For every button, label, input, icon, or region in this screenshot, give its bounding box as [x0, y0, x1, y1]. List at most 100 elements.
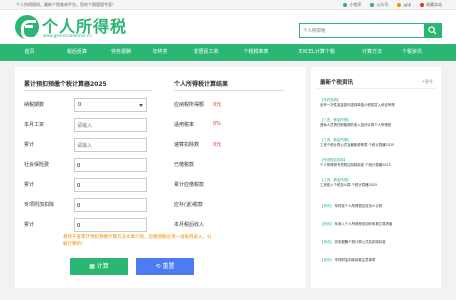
top-bar: 个人所得税网，最新个税查询平台，您的个税管理专家！ 小程序 公众号 APP 收藏…	[0, 0, 456, 10]
nav-item-method[interactable]: 计算方法	[353, 44, 391, 61]
search-box	[299, 23, 442, 38]
sidebar-title: 最新个税资讯	[320, 80, 354, 86]
result-row: 速算扣除数 0元	[174, 138, 284, 152]
top-link-app[interactable]: APP	[397, 2, 411, 8]
top-links: 小程序 公众号 APP 收藏本站	[343, 2, 442, 8]
result-row: 已缴税款	[174, 158, 284, 172]
result-label: 应补(退)税款	[174, 202, 203, 208]
form-row-salary-cumulative: 累计	[24, 138, 154, 152]
salary-cumulative-field	[74, 138, 147, 152]
form-row-deduction-cumulative: 累计	[24, 218, 154, 232]
results-title-divider	[174, 90, 284, 91]
logo-url: www.gerensuodeshui.cn	[43, 33, 92, 38]
news-item[interactable]: 【专项附加扣除】 个人所得税专项附加扣除标准 个税计算器2025	[320, 158, 435, 168]
deduction-input[interactable]	[77, 201, 145, 210]
news-tag: 【资讯】	[320, 258, 334, 262]
result-label: 已缴税款	[174, 162, 195, 168]
field-label: 累计	[24, 182, 35, 188]
form-row-deduction: 专项附加扣除	[24, 198, 154, 212]
nav-item-news[interactable]: 个税资讯	[393, 44, 431, 61]
news-item[interactable]: 【资讯】 年终奖个人所得税应该怎么计算	[320, 204, 435, 209]
result-label: 累计应缴税款	[174, 182, 205, 188]
salary-field	[74, 118, 147, 132]
result-row: 本月税后收入	[174, 218, 284, 232]
sidebar-more-link[interactable]: +更多	[422, 79, 433, 85]
nav-item-bonus[interactable]: 年终奖	[144, 44, 176, 61]
news-item[interactable]: 【资讯】 年收入个人所得税该如何申报汇算清缴	[320, 222, 435, 227]
result-value: 0元	[213, 102, 222, 108]
result-row: 累计应缴税款	[174, 178, 284, 192]
top-link-mini-program[interactable]: 小程序	[343, 2, 361, 8]
nav-item-home[interactable]: 首页	[15, 44, 44, 61]
form-row-periods: 纳税期数 0	[24, 98, 154, 112]
top-link-wechat[interactable]: 公众号	[370, 2, 388, 8]
calculate-icon: ▦	[89, 263, 97, 270]
logo-mark-icon	[15, 15, 39, 40]
news-item[interactable]: 【资讯】 劳务报酬个税计算公式及扣除标准	[320, 240, 435, 245]
calculator-panel: 累计预扣预缴个税计算器2025 纳税期数 0 本月工资 累计 社会保险费 累计 …	[15, 67, 306, 288]
result-value: 0元	[213, 142, 222, 148]
news-item[interactable]: 【工资、薪金所得】 退休人员再任职取得的收入如何计算个人所得税	[320, 118, 435, 128]
news-tag: 【资讯】	[320, 240, 334, 244]
insurance-input[interactable]	[77, 161, 145, 170]
news-item[interactable]: 【资讯】 专项附加扣除填报注意事项	[320, 258, 435, 263]
nav-item-tax-rate[interactable]: 个税税率表	[233, 44, 279, 61]
chevron-down-icon	[139, 104, 143, 107]
news-tag: 【资讯】	[320, 204, 334, 208]
top-link-label: 小程序	[349, 2, 362, 7]
insurance-cumulative-input[interactable]	[77, 181, 145, 190]
wechat-icon	[370, 3, 375, 7]
search-icon	[428, 26, 437, 35]
periods-select-value: 0	[78, 102, 82, 108]
field-label: 专项附加扣除	[24, 202, 55, 208]
field-label: 本月工资	[24, 122, 45, 128]
periods-select[interactable]: 0	[74, 98, 147, 112]
search-button[interactable]	[424, 24, 441, 37]
deduction-cumulative-input[interactable]	[77, 221, 145, 230]
result-label: 适用税率	[174, 122, 195, 128]
phone-icon	[397, 3, 402, 7]
news-text: 年收入个人所得税该如何申报汇算清缴	[334, 222, 393, 226]
news-text: 退休人员再任职取得的收入如何计算个人所得税	[320, 123, 392, 127]
salary-input[interactable]	[77, 121, 145, 130]
reset-button[interactable]: ⟲ 重置	[136, 258, 194, 275]
deduction-cumulative-field	[74, 218, 147, 232]
nav-item-nonresident[interactable]: 非居民工资	[183, 44, 229, 61]
calculator-title: 累计预扣预缴个税计算器2025	[24, 81, 107, 88]
result-row: 应补(退)税款	[174, 198, 284, 212]
sidebar-divider	[317, 88, 435, 89]
news-text: 工资个税计算公式及最新税率表 个税计算器2025	[320, 143, 395, 147]
top-link-label: 收藏本站	[426, 2, 442, 7]
result-label: 本月税后收入	[174, 222, 205, 228]
result-row: 适用税率 0%	[174, 118, 284, 132]
top-link-bookmark[interactable]: 收藏本站	[420, 2, 442, 8]
insurance-field	[74, 158, 147, 172]
news-sidebar: 最新个税资讯 +更多 【年终奖税】 全年一次性奖金如何选择单独计税或并入综合所得…	[311, 67, 441, 288]
bookmark-icon	[420, 3, 424, 7]
news-text: 专项附加扣除填报注意事项	[334, 258, 376, 262]
calculator-hint: 悬停于查累计预扣预缴计算方法文章介绍，您缴增额必须一试每月录入，分解计算吧！	[63, 235, 212, 247]
site-logo[interactable]: 个人所得税 www.gerensuodeshui.cn	[15, 14, 126, 40]
search-input[interactable]	[303, 26, 421, 36]
news-text: 工资收入个税怎么算 个税计算器2025	[320, 183, 378, 187]
news-item[interactable]: 【工资、薪金所得】 工资个税计算公式及最新税率表 个税计算器2025	[320, 138, 435, 148]
news-item[interactable]: 【工资、薪金所得】 工资收入个税怎么算 个税计算器2025	[320, 178, 435, 188]
top-link-label: 公众号	[376, 2, 389, 7]
site-slogan: 个人所得税网，最新个税查询平台，您的个税管理专家！	[16, 2, 116, 7]
reset-label: 重置	[162, 263, 175, 270]
calculate-button[interactable]: ▦ 计算	[70, 258, 128, 275]
calculator-title-divider	[24, 90, 152, 91]
salary-cumulative-input[interactable]	[77, 141, 145, 150]
field-label: 累计	[24, 142, 35, 148]
field-label: 纳税期数	[24, 102, 45, 108]
news-item[interactable]: 【年终奖税】 全年一次性奖金如何选择单独计税或并入综合所得	[320, 98, 435, 108]
nav-item-reverse-calc[interactable]: 税后反算	[57, 44, 97, 61]
news-text: 全年一次性奖金如何选择单独计税或并入综合所得	[320, 103, 395, 107]
result-label: 应纳税所得额	[174, 102, 205, 108]
main-nav: 首页 税后反算 劳务报酬 年终奖 非居民工资 个税税率表 EXCEL计算个税 计…	[0, 44, 456, 61]
results-title: 个人所得税计算结果	[174, 81, 229, 88]
field-label: 累计	[24, 222, 35, 228]
nav-item-excel[interactable]: EXCEL计算个税	[287, 44, 347, 61]
nav-item-labor[interactable]: 劳务报酬	[101, 44, 141, 61]
insurance-cumulative-field	[74, 178, 147, 192]
